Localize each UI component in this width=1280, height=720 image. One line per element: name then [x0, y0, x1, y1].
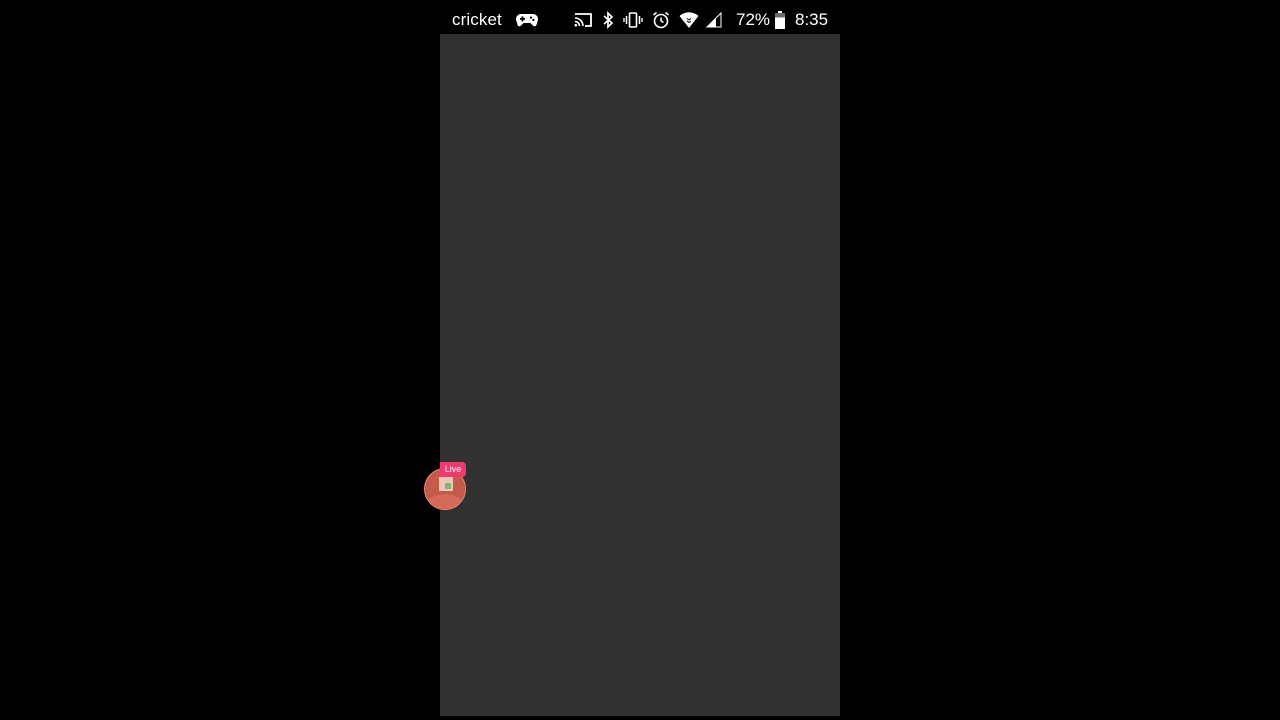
- battery-percentage: 72%: [736, 10, 771, 29]
- vibrate-icon: [623, 12, 643, 28]
- screen: cricket 72% 8:35 Live: [0, 0, 1280, 720]
- signal-icon: [705, 11, 722, 28]
- live-floating-bubble[interactable]: Live: [424, 462, 468, 510]
- status-bar: cricket 72% 8:35: [440, 0, 840, 38]
- carrier-name: cricket: [452, 10, 502, 29]
- app-content-area: Live: [424, 34, 840, 716]
- cast-icon: [574, 13, 592, 27]
- battery-icon: [775, 11, 785, 29]
- clock: 8:35: [795, 10, 829, 29]
- alarm-icon: [652, 11, 670, 29]
- wifi-icon: [679, 12, 699, 28]
- bluetooth-icon: [603, 10, 614, 30]
- gamepad-icon: [516, 13, 538, 27]
- live-badge: Live: [440, 462, 466, 477]
